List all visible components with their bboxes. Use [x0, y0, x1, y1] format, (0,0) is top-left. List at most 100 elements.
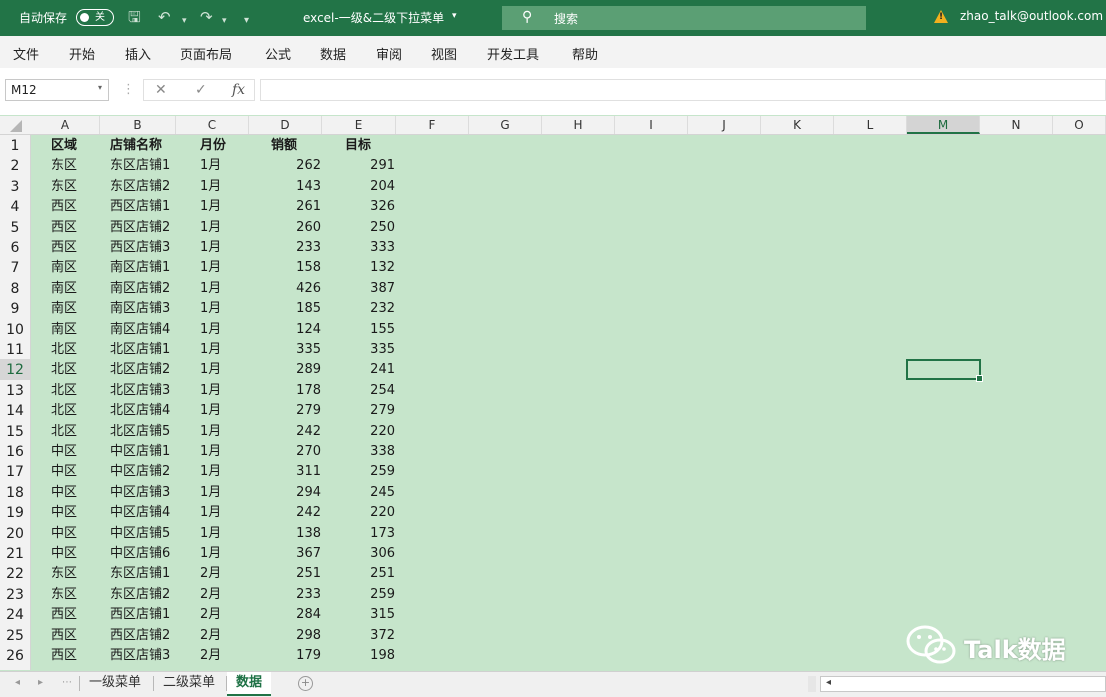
cell-sales[interactable]: 270	[271, 441, 321, 461]
cell-sales[interactable]: 242	[271, 421, 321, 441]
cell-month[interactable]: 1月	[200, 461, 240, 481]
cell-store-name[interactable]: 东区店铺2	[110, 176, 190, 196]
cell-sales[interactable]: 298	[271, 625, 321, 645]
cell-month[interactable]: 1月	[200, 196, 240, 216]
cell-target[interactable]: 250	[345, 217, 395, 237]
column-header-l[interactable]: L	[834, 116, 907, 134]
cell-target[interactable]: 254	[345, 380, 395, 400]
cell-target[interactable]: 372	[345, 625, 395, 645]
cell-store-name[interactable]: 南区店铺1	[110, 257, 190, 277]
header-cell-store-name[interactable]: 店铺名称	[110, 135, 190, 155]
cell-target[interactable]: 338	[345, 441, 395, 461]
cell-month[interactable]: 1月	[200, 441, 240, 461]
cell-sales[interactable]: 261	[271, 196, 321, 216]
cell-sales[interactable]: 335	[271, 339, 321, 359]
row-header-24[interactable]: 24	[0, 604, 30, 624]
cell-target[interactable]: 132	[345, 257, 395, 277]
cell-sales[interactable]: 251	[271, 563, 321, 583]
cell-store-name[interactable]: 南区店铺3	[110, 298, 190, 318]
cell-target[interactable]: 173	[345, 523, 395, 543]
cell-month[interactable]: 2月	[200, 625, 240, 645]
cell-target[interactable]: 306	[345, 543, 395, 563]
name-box[interactable]: M12 ▾	[5, 79, 109, 101]
cell-target[interactable]: 245	[345, 482, 395, 502]
column-header-c[interactable]: C	[176, 116, 249, 134]
tab-help[interactable]: 帮助	[572, 44, 598, 63]
tab-developer[interactable]: 开发工具	[487, 44, 539, 63]
cell-month[interactable]: 1月	[200, 502, 240, 522]
tab-insert[interactable]: 插入	[125, 44, 151, 63]
fill-handle[interactable]	[976, 375, 983, 382]
save-icon[interactable]: 🖫	[128, 8, 141, 26]
cell-store-name[interactable]: 北区店铺2	[110, 359, 190, 379]
cell-target[interactable]: 291	[345, 155, 395, 175]
cell-month[interactable]: 1月	[200, 217, 240, 237]
cell-store-name[interactable]: 西区店铺1	[110, 604, 190, 624]
cell-region[interactable]: 中区	[51, 543, 111, 563]
row-header-21[interactable]: 21	[0, 543, 30, 563]
cell-store-name[interactable]: 中区店铺4	[110, 502, 190, 522]
cell-store-name[interactable]: 东区店铺1	[110, 155, 190, 175]
tab-review[interactable]: 审阅	[376, 44, 402, 63]
cell-sales[interactable]: 242	[271, 502, 321, 522]
row-header-1[interactable]: 1	[0, 135, 30, 155]
row-header-17[interactable]: 17	[0, 461, 30, 481]
column-header-b[interactable]: B	[100, 116, 176, 134]
cell-sales[interactable]: 143	[271, 176, 321, 196]
cell-month[interactable]: 1月	[200, 380, 240, 400]
column-header-e[interactable]: E	[322, 116, 396, 134]
row-header-23[interactable]: 23	[0, 584, 30, 604]
row-header-7[interactable]: 7	[0, 257, 30, 277]
tab-split-handle[interactable]	[808, 676, 816, 692]
sheet-next-icon[interactable]: ▸	[38, 677, 43, 688]
cell-sales[interactable]: 138	[271, 523, 321, 543]
row-header-15[interactable]: 15	[0, 421, 30, 441]
selected-cell[interactable]	[906, 359, 983, 382]
cell-month[interactable]: 1月	[200, 257, 240, 277]
header-cell-sales[interactable]: 销额	[271, 135, 321, 155]
cell-region[interactable]: 东区	[51, 584, 111, 604]
cell-store-name[interactable]: 西区店铺1	[110, 196, 190, 216]
cell-sales[interactable]: 426	[271, 278, 321, 298]
cell-region[interactable]: 西区	[51, 217, 111, 237]
cell-store-name[interactable]: 北区店铺5	[110, 421, 190, 441]
warning-icon[interactable]: !	[934, 10, 948, 23]
row-header-22[interactable]: 22	[0, 563, 30, 583]
row-header-19[interactable]: 19	[0, 502, 30, 522]
row-header-20[interactable]: 20	[0, 523, 30, 543]
row-header-11[interactable]: 11	[0, 339, 30, 359]
cell-month[interactable]: 1月	[200, 278, 240, 298]
column-header-f[interactable]: F	[396, 116, 469, 134]
cell-month[interactable]: 1月	[200, 523, 240, 543]
cell-target[interactable]: 315	[345, 604, 395, 624]
column-header-g[interactable]: G	[469, 116, 542, 134]
cell-store-name[interactable]: 中区店铺6	[110, 543, 190, 563]
cell-region[interactable]: 西区	[51, 196, 111, 216]
cell-month[interactable]: 1月	[200, 339, 240, 359]
row-header-25[interactable]: 25	[0, 625, 30, 645]
column-header-o[interactable]: O	[1053, 116, 1106, 134]
cancel-icon[interactable]: ✕	[155, 82, 167, 98]
cell-region[interactable]: 西区	[51, 604, 111, 624]
cell-month[interactable]: 1月	[200, 543, 240, 563]
cell-month[interactable]: 1月	[200, 421, 240, 441]
cell-target[interactable]: 279	[345, 400, 395, 420]
sheet-tab-level1[interactable]: 一级菜单	[80, 672, 150, 694]
row-header-26[interactable]: 26	[0, 645, 30, 665]
add-sheet-icon[interactable]: +	[298, 676, 313, 691]
formula-input[interactable]	[260, 79, 1106, 101]
row-header-12[interactable]: 12	[0, 359, 30, 380]
redo-icon[interactable]: ↷	[200, 8, 213, 26]
cell-target[interactable]: 241	[345, 359, 395, 379]
cell-target[interactable]: 259	[345, 584, 395, 604]
sheet-prev-icon[interactable]: ◂	[15, 677, 20, 688]
cell-store-name[interactable]: 中区店铺1	[110, 441, 190, 461]
cell-target[interactable]: 326	[345, 196, 395, 216]
scroll-left-icon[interactable]: ◂	[826, 677, 831, 688]
cell-sales[interactable]: 262	[271, 155, 321, 175]
cell-target[interactable]: 387	[345, 278, 395, 298]
undo-dropdown-icon[interactable]: ▾	[182, 12, 187, 30]
row-header-16[interactable]: 16	[0, 441, 30, 461]
column-header-j[interactable]: J	[688, 116, 761, 134]
cell-region[interactable]: 北区	[51, 339, 111, 359]
